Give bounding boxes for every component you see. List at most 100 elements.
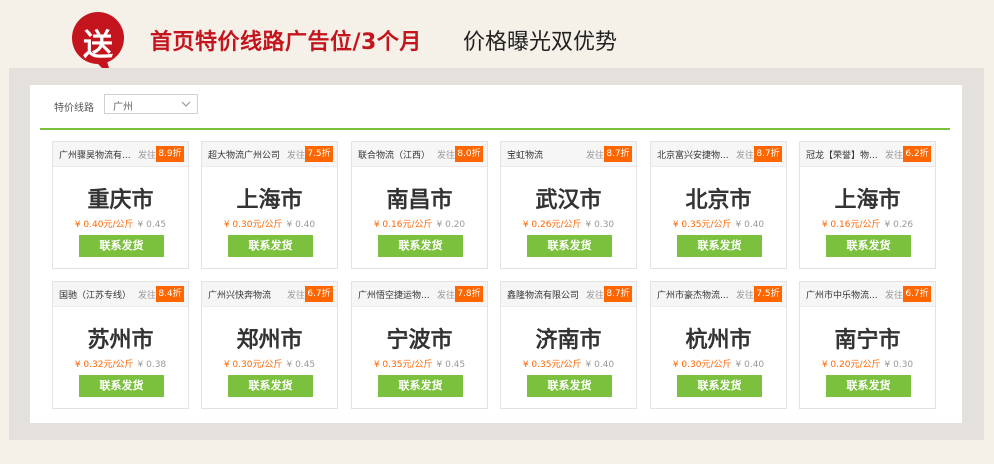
contact-ship-button[interactable]: 联系发货: [79, 235, 164, 257]
contact-ship-button[interactable]: 联系发货: [527, 235, 612, 257]
current-price: ¥ 0.32元/公斤: [74, 360, 134, 370]
company-name[interactable]: 广州市中乐物流...: [806, 288, 882, 301]
company-name[interactable]: 超大物流广州公司: [208, 148, 284, 161]
company-name[interactable]: 冠龙【荣誉】物...: [806, 148, 882, 161]
card-header: 联合物流（江西） 发往 8.0折: [352, 142, 487, 167]
city-select-value: 广州: [113, 102, 133, 113]
route-card[interactable]: 北京富兴安捷物... 发往 8.7折 北京市 ¥ 0.35元/公斤 ¥ 0.40 联系发货: [650, 141, 787, 269]
price-line: ¥ 0.30元/公斤 ¥ 0.40: [202, 217, 337, 230]
gift-badge: 送: [66, 12, 130, 78]
contact-ship-button[interactable]: 联系发货: [826, 235, 911, 257]
current-price: ¥ 0.16元/公斤: [821, 220, 881, 230]
price-line: ¥ 0.32元/公斤 ¥ 0.38: [53, 357, 188, 370]
price-line: ¥ 0.30元/公斤 ¥ 0.40: [651, 357, 786, 370]
destination-city: 宁波市: [386, 328, 453, 353]
route-card[interactable]: 宝虹物流 发往 8.7折 武汉市 ¥ 0.26元/公斤 ¥ 0.30 联系发货: [500, 141, 637, 269]
origin-label: 发往: [735, 151, 754, 161]
promo-subheadline: 价格曝光双优势: [463, 30, 618, 55]
company-name[interactable]: 广州兴快奔物流: [208, 288, 284, 301]
card-header: 广州市中乐物流... 发往 6.7折: [800, 282, 935, 307]
original-price: ¥ 0.30: [585, 220, 615, 230]
route-card[interactable]: 国驰（江苏专线） 发往 8.4折 苏州市 ¥ 0.32元/公斤 ¥ 0.38 联系发货: [52, 281, 189, 409]
discount-badge: 8.9折: [156, 146, 184, 162]
badge-text: 送: [83, 28, 113, 63]
discount-badge: 7.5折: [754, 286, 782, 302]
contact-ship-button[interactable]: 联系发货: [378, 375, 463, 397]
city-select[interactable]: 广州: [104, 94, 198, 114]
destination-city: 武汉市: [535, 188, 602, 213]
company-name[interactable]: 北京富兴安捷物...: [657, 148, 733, 161]
destination-city: 郑州市: [236, 328, 303, 353]
contact-ship-button[interactable]: 联系发货: [228, 235, 313, 257]
discount-badge: 6.7折: [903, 286, 931, 302]
current-price: ¥ 0.20元/公斤: [821, 360, 881, 370]
company-name[interactable]: 广州骤昊物流有...: [59, 148, 135, 161]
card-header: 北京富兴安捷物... 发往 8.7折: [651, 142, 786, 167]
card-header: 广州兴快奔物流 发往 6.7折: [202, 282, 337, 307]
discount-badge: 8.7折: [754, 146, 782, 162]
current-price: ¥ 0.40元/公斤: [74, 220, 134, 230]
contact-ship-button[interactable]: 联系发货: [527, 375, 612, 397]
price-line: ¥ 0.40元/公斤 ¥ 0.45: [53, 217, 188, 230]
original-price: ¥ 0.40: [286, 220, 316, 230]
route-card[interactable]: 广州市豪杰物流... 发往 7.5折 杭州市 ¥ 0.30元/公斤 ¥ 0.40 联系发货: [650, 281, 787, 409]
destination-city: 济南市: [535, 328, 602, 353]
route-card[interactable]: 广州市中乐物流... 发往 6.7折 南宁市 ¥ 0.20元/公斤 ¥ 0.30 联系发货: [799, 281, 936, 409]
card-header: 广州骤昊物流有... 发往 8.9折: [53, 142, 188, 167]
card-header: 广州市豪杰物流... 发往 7.5折: [651, 282, 786, 307]
destination-city: 上海市: [236, 188, 303, 213]
route-card[interactable]: 超大物流广州公司 发往 7.5折 上海市 ¥ 0.30元/公斤 ¥ 0.40 联系发货: [201, 141, 338, 269]
price-line: ¥ 0.35元/公斤 ¥ 0.40: [651, 217, 786, 230]
route-card[interactable]: 联合物流（江西） 发往 8.0折 南昌市 ¥ 0.16元/公斤 ¥ 0.20 联系发货: [351, 141, 488, 269]
chevron-down-icon: [181, 101, 191, 107]
origin-label: 发往: [286, 291, 305, 301]
card-header: 宝虹物流 发往 8.7折: [501, 142, 636, 167]
price-line: ¥ 0.16元/公斤 ¥ 0.20: [352, 217, 487, 230]
current-price: ¥ 0.35元/公斤: [522, 360, 582, 370]
route-filter-label: 特价线路: [54, 103, 94, 114]
contact-ship-button[interactable]: 联系发货: [677, 235, 762, 257]
origin-label: 发往: [436, 291, 455, 301]
company-name[interactable]: 广州悟空捷运物...: [358, 288, 434, 301]
price-line: ¥ 0.16元/公斤 ¥ 0.26: [800, 217, 935, 230]
price-line: ¥ 0.26元/公斤 ¥ 0.30: [501, 217, 636, 230]
destination-city: 上海市: [834, 188, 901, 213]
current-price: ¥ 0.30元/公斤: [223, 360, 283, 370]
contact-ship-button[interactable]: 联系发货: [677, 375, 762, 397]
original-price: ¥ 0.45: [286, 360, 316, 370]
origin-label: 发往: [137, 151, 156, 161]
card-header: 鑫隆物流有限公司 发往 8.7折: [501, 282, 636, 307]
origin-label: 发往: [735, 291, 754, 301]
original-price: ¥ 0.26: [884, 220, 914, 230]
company-name[interactable]: 联合物流（江西）: [358, 148, 434, 161]
original-price: ¥ 0.45: [137, 220, 167, 230]
discount-badge: 7.5折: [305, 146, 333, 162]
destination-city: 南宁市: [834, 328, 901, 353]
original-price: ¥ 0.40: [735, 220, 765, 230]
contact-ship-button[interactable]: 联系发货: [228, 375, 313, 397]
price-line: ¥ 0.20元/公斤 ¥ 0.30: [800, 357, 935, 370]
origin-label: 发往: [884, 291, 903, 301]
company-name[interactable]: 国驰（江苏专线）: [59, 288, 135, 301]
route-card[interactable]: 鑫隆物流有限公司 发往 8.7折 济南市 ¥ 0.35元/公斤 ¥ 0.40 联系发货: [500, 281, 637, 409]
company-name[interactable]: 鑫隆物流有限公司: [507, 288, 583, 301]
route-card[interactable]: 广州兴快奔物流 发往 6.7折 郑州市 ¥ 0.30元/公斤 ¥ 0.45 联系发货: [201, 281, 338, 409]
divider-line: [40, 128, 950, 130]
contact-ship-button[interactable]: 联系发货: [79, 375, 164, 397]
route-card[interactable]: 广州骤昊物流有... 发往 8.9折 重庆市 ¥ 0.40元/公斤 ¥ 0.45 联系发货: [52, 141, 189, 269]
origin-label: 发往: [137, 291, 156, 301]
company-name[interactable]: 宝虹物流: [507, 148, 583, 161]
contact-ship-button[interactable]: 联系发货: [378, 235, 463, 257]
contact-ship-button[interactable]: 联系发货: [826, 375, 911, 397]
discount-badge: 6.2折: [903, 146, 931, 162]
special-routes-panel: 特价线路 广州 广州骤昊物流有... 发往 8.9折 重庆市 ¥ 0.40元/公斤 ¥ 0…: [30, 85, 962, 423]
route-card[interactable]: 广州悟空捷运物... 发往 7.8折 宁波市 ¥ 0.35元/公斤 ¥ 0.45 联系发货: [351, 281, 488, 409]
route-card[interactable]: 冠龙【荣誉】物... 发往 6.2折 上海市 ¥ 0.16元/公斤 ¥ 0.26 联系发货: [799, 141, 936, 269]
current-price: ¥ 0.26元/公斤: [522, 220, 582, 230]
company-name[interactable]: 广州市豪杰物流...: [657, 288, 733, 301]
card-header: 国驰（江苏专线） 发往 8.4折: [53, 282, 188, 307]
promo-headline: 首页特价线路广告位/3个月: [150, 30, 422, 55]
discount-badge: 8.7折: [604, 146, 632, 162]
discount-badge: 7.8折: [455, 286, 483, 302]
card-header: 广州悟空捷运物... 发往 7.8折: [352, 282, 487, 307]
